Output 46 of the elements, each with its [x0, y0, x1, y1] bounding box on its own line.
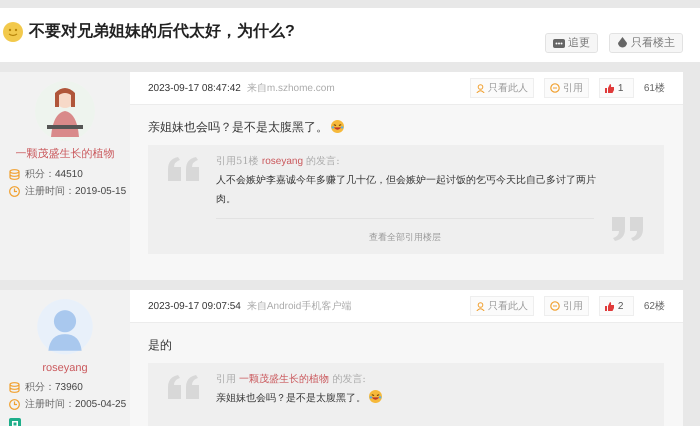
only-this-user-button[interactable]: 只看此人: [470, 78, 534, 98]
speech-bubble-icon: [550, 83, 560, 93]
coins-icon: [9, 168, 20, 180]
register-date-text: 注册时间：2019-05-15: [25, 184, 126, 198]
quote-button[interactable]: 引用: [544, 296, 589, 316]
quote-header: 引用 一颗茂盛生长的植物 的发言:: [216, 372, 367, 387]
quote-header: 引用51楼 roseyang 的发言:: [216, 154, 341, 169]
view-all-quotes-link[interactable]: 查看全部引用楼层: [369, 233, 441, 243]
points-text: 积分：44510: [25, 168, 83, 182]
post-source: 来自Android手机客户端: [246, 300, 352, 314]
quote-text: 人不会嫉妒李嘉诚今年多赚了几十亿，但会嫉妒一起讨饭的乞丐今天比自己多讨了两片肉。: [216, 174, 597, 207]
floor-number: 61楼: [644, 82, 665, 96]
like-button[interactable]: 2: [598, 296, 634, 316]
chat-icon: [553, 38, 565, 48]
username-link[interactable]: 一颗茂盛生长的植物: [16, 146, 114, 162]
points-text: 积分：73960: [25, 381, 83, 395]
thread-title: 不要对兄弟姐妹的后代太好，为什么?: [29, 21, 295, 42]
laughing-emoji-icon: [331, 120, 344, 133]
clock-icon: [9, 186, 20, 196]
thumbs-up-icon: [604, 302, 614, 310]
speech-bubble-icon: [550, 301, 560, 311]
drop-icon: [617, 37, 628, 49]
thumbs-up-icon: [604, 84, 614, 92]
like-button[interactable]: 1: [598, 78, 634, 98]
post-source: 来自m.szhome.com: [246, 82, 335, 96]
laughing-emoji-icon: [369, 390, 382, 403]
post-text: 亲姐妹也会吗？是不是太腹黑了。: [148, 118, 665, 136]
avatar-silhouette: [35, 299, 95, 354]
post-time: 2023-09-17 09:07:54: [148, 300, 241, 314]
post-text: 是的: [148, 337, 173, 354]
quote-button[interactable]: 引用: [544, 78, 589, 98]
person-icon: [476, 84, 485, 92]
quote-text: 亲姐妹也会吗？是不是太腹黑了。: [216, 389, 601, 408]
username-link[interactable]: roseyang: [42, 360, 88, 376]
register-date-text: 注册时间：2005-04-25: [25, 398, 126, 412]
person-icon: [476, 302, 485, 310]
follow-button[interactable]: 追更: [545, 33, 598, 53]
only-this-user-button[interactable]: 只看此人: [470, 296, 534, 316]
coins-icon: [9, 382, 20, 393]
smiley-icon: [3, 22, 23, 42]
quoted-author-link[interactable]: roseyang: [262, 156, 304, 167]
floor-number: 62楼: [644, 300, 665, 314]
author-only-button[interactable]: 只看楼主: [609, 33, 683, 53]
quoted-author-link[interactable]: 一颗茂盛生长的植物: [239, 374, 330, 385]
post-time: 2023-09-17 08:47:42: [148, 82, 241, 96]
clock-icon: [9, 399, 20, 410]
